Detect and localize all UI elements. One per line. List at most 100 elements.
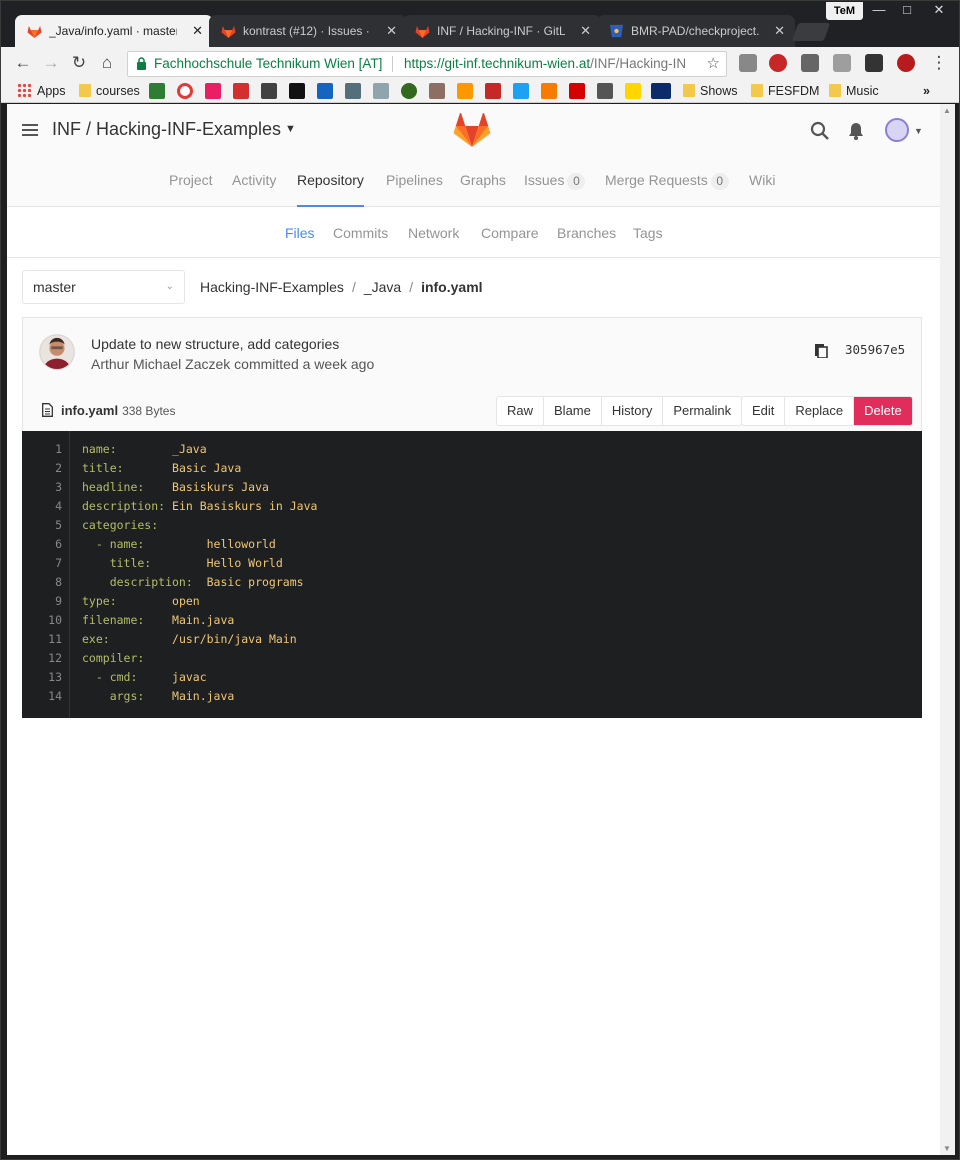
reload-icon[interactable]: ↻: [67, 51, 91, 75]
line-number[interactable]: 7: [22, 554, 62, 573]
bookmarks-overflow-button[interactable]: »: [923, 82, 930, 100]
subtab-files[interactable]: Files: [285, 208, 315, 258]
history-button[interactable]: History: [602, 397, 664, 425]
tab-issues[interactable]: Issues 0: [524, 156, 586, 206]
copy-clipboard-icon[interactable]: [814, 342, 828, 358]
twitter-bookmark-icon[interactable]: [513, 83, 529, 99]
line-number[interactable]: 8: [22, 573, 62, 592]
bookmark-icon[interactable]: [457, 83, 473, 99]
branch-dropdown[interactable]: master ⌄: [22, 270, 185, 304]
browser-tab[interactable]: BMR-PAD/checkproject.g ✕: [597, 15, 795, 47]
line-number[interactable]: 12: [22, 649, 62, 668]
breadcrumb-root[interactable]: Hacking-INF-Examples: [200, 279, 344, 295]
subtab-commits[interactable]: Commits: [333, 208, 388, 258]
new-tab-button[interactable]: [791, 23, 831, 41]
commit-message[interactable]: Update to new structure, add categories: [91, 336, 339, 352]
subtab-branches[interactable]: Branches: [557, 208, 616, 258]
extension-share-icon[interactable]: [801, 54, 819, 72]
tab-project[interactable]: Project: [169, 156, 213, 206]
tab-close-icon[interactable]: ✕: [580, 15, 591, 47]
commit-author-avatar[interactable]: [39, 334, 75, 370]
line-number[interactable]: 9: [22, 592, 62, 611]
scroll-up-arrow-icon[interactable]: ▲: [943, 106, 951, 115]
bell-icon[interactable]: [846, 121, 866, 141]
tab-pipelines[interactable]: Pipelines: [386, 156, 443, 206]
permalink-button[interactable]: Permalink: [663, 397, 741, 425]
bookmark-icon[interactable]: [597, 83, 613, 99]
commit-sha[interactable]: 305967e5: [845, 342, 905, 357]
tab-wiki[interactable]: Wiki: [749, 156, 775, 206]
bookmark-icon[interactable]: [373, 83, 389, 99]
bookmark-icon[interactable]: [401, 83, 417, 99]
tab-graphs[interactable]: Graphs: [460, 156, 506, 206]
bookmark-icon[interactable]: [485, 83, 501, 99]
line-number[interactable]: 1: [22, 440, 62, 459]
tv-bookmark-icon[interactable]: [569, 83, 585, 99]
edit-button[interactable]: Edit: [742, 397, 786, 425]
tab-close-icon[interactable]: ✕: [192, 15, 203, 47]
search-icon[interactable]: [810, 121, 830, 141]
breadcrumb-dir[interactable]: _Java: [364, 279, 401, 295]
blame-button[interactable]: Blame: [544, 397, 602, 425]
target-icon[interactable]: [177, 83, 193, 99]
url-text[interactable]: https://git-inf.technikum-wien.at/INF/Ha…: [404, 52, 704, 76]
bookmark-folder-courses[interactable]: courses: [79, 82, 140, 100]
scroll-down-arrow-icon[interactable]: ▼: [943, 1144, 951, 1153]
bookmark-folder-fesfdm[interactable]: FESFDM: [751, 82, 819, 100]
bookmark-folder-shows[interactable]: Shows: [683, 82, 738, 100]
browser-tab-active[interactable]: _Java/info.yaml · master · ✕: [15, 15, 213, 47]
extension-os-icon[interactable]: [833, 54, 851, 72]
close-window-icon[interactable]: ✕: [925, 1, 953, 21]
hamburger-menu-icon[interactable]: [22, 124, 38, 136]
raw-button[interactable]: Raw: [497, 397, 545, 425]
subtab-compare[interactable]: Compare: [481, 208, 539, 258]
home-icon[interactable]: ⌂: [95, 51, 119, 75]
line-number[interactable]: 4: [22, 497, 62, 516]
subtab-network[interactable]: Network: [408, 208, 459, 258]
bookmark-icon[interactable]: [261, 83, 277, 99]
info-bookmark-icon[interactable]: [345, 83, 361, 99]
bookmark-apps[interactable]: Apps: [17, 82, 66, 100]
browser-tab[interactable]: INF / Hacking-INF · GitLa ✕: [403, 15, 601, 47]
bookmark-icon[interactable]: [541, 83, 557, 99]
paylife-bookmark-icon[interactable]: [651, 83, 671, 99]
extension-cloud-icon[interactable]: [739, 54, 757, 72]
user-avatar[interactable]: [885, 118, 909, 142]
bookmark-folder-music[interactable]: Music: [829, 82, 879, 100]
os-bookmark-icon[interactable]: [233, 83, 249, 99]
tab-activity[interactable]: Activity: [232, 156, 276, 206]
subtab-tags[interactable]: Tags: [633, 208, 663, 258]
bookmark-icon[interactable]: [205, 83, 221, 99]
ublock-icon[interactable]: [897, 54, 915, 72]
chevron-down-icon[interactable]: ▼: [914, 126, 923, 136]
tab-close-icon[interactable]: ✕: [774, 15, 785, 47]
replace-button[interactable]: Replace: [785, 397, 855, 425]
bookmark-icon[interactable]: [625, 83, 641, 99]
line-number[interactable]: 5: [22, 516, 62, 535]
fz-bookmark-icon[interactable]: [289, 83, 305, 99]
line-number[interactable]: 13: [22, 668, 62, 687]
bookmark-icon[interactable]: [429, 83, 445, 99]
browser-tab[interactable]: kontrast (#12) · Issues · IN ✕: [209, 15, 407, 47]
page-scrollbar[interactable]: ▲ ▼: [940, 104, 955, 1155]
tab-close-icon[interactable]: ✕: [386, 15, 397, 47]
line-number[interactable]: 14: [22, 687, 62, 706]
bookmark-star-icon[interactable]: ☆: [707, 52, 720, 76]
gitlab-logo-icon[interactable]: [453, 112, 491, 148]
extension-puzzle-icon[interactable]: [865, 54, 883, 72]
bookmark-icon[interactable]: [149, 83, 165, 99]
tab-merge-requests[interactable]: Merge Requests 0: [605, 156, 729, 206]
maximize-icon[interactable]: □: [893, 1, 921, 21]
browser-menu-icon[interactable]: ⋮: [927, 51, 951, 75]
s-bookmark-icon[interactable]: [317, 83, 333, 99]
forward-arrow-icon[interactable]: →: [39, 51, 63, 75]
line-number[interactable]: 6: [22, 535, 62, 554]
address-bar[interactable]: Fachhochschule Technikum Wien [AT] https…: [127, 51, 727, 77]
line-number[interactable]: 3: [22, 478, 62, 497]
minimize-icon[interactable]: —: [865, 1, 893, 21]
delete-button[interactable]: Delete: [854, 397, 912, 425]
project-title[interactable]: INF / Hacking-INF-Examples ▼: [52, 119, 296, 140]
line-number[interactable]: 11: [22, 630, 62, 649]
back-arrow-icon[interactable]: ←: [11, 51, 35, 75]
extension-record-icon[interactable]: [769, 54, 787, 72]
